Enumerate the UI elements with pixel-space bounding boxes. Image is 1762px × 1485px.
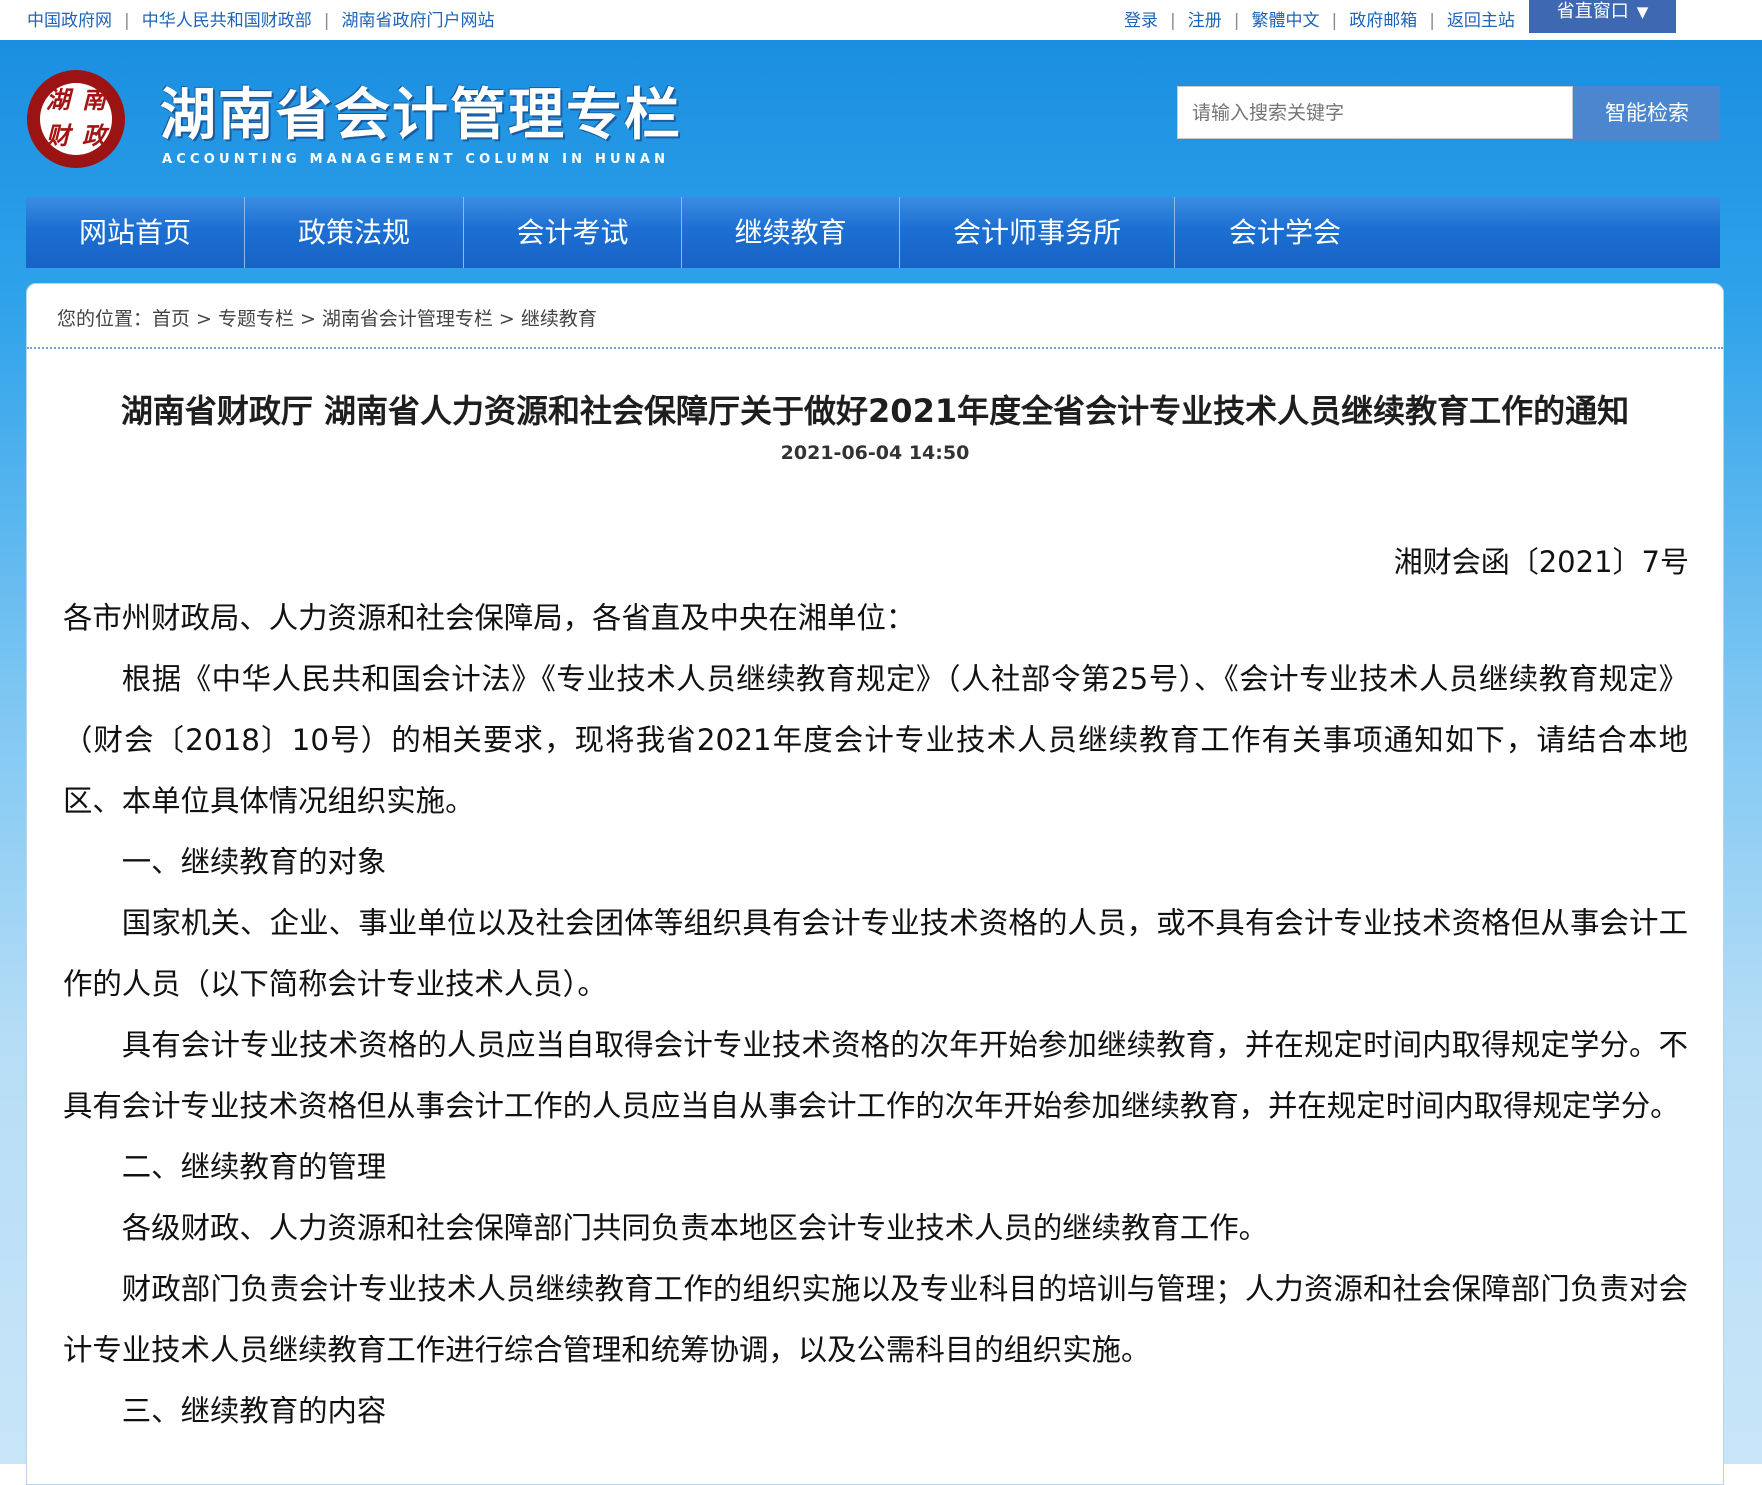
document-number: 湘财会函〔2021〕7号: [1393, 545, 1689, 579]
breadcrumb-separator: >: [299, 308, 316, 330]
site-title: 湖南省会计管理专栏: [160, 83, 682, 148]
nav-item-exam[interactable]: 会计考试: [464, 197, 682, 268]
nav-item-accounting-society[interactable]: 会计学会: [1175, 197, 1395, 268]
login-link[interactable]: 登录: [1124, 11, 1158, 31]
breadcrumb-separator: >: [498, 308, 515, 330]
breadcrumb-topics[interactable]: 专题专栏: [218, 308, 294, 330]
article-date: 2021-06-04 14:50: [780, 442, 970, 464]
divider: |: [1233, 11, 1240, 31]
section-heading: 二、继续教育的管理: [121, 1150, 387, 1184]
breadcrumb-home[interactable]: 首页: [152, 308, 190, 330]
seal-char: 政: [82, 121, 106, 150]
search-input[interactable]: [1177, 86, 1573, 139]
seal-char: 南: [82, 85, 106, 114]
body-paragraph: 各级财政、人力资源和社会保障部门共同负责本地区会计专业技术人员的继续教育工作。: [121, 1211, 1269, 1245]
breadcrumb-divider: [27, 347, 1723, 349]
breadcrumb-prefix: 您的位置：: [57, 308, 153, 330]
link-hunan-portal[interactable]: 湖南省政府门户网站: [341, 11, 494, 31]
breadcrumb-column[interactable]: 湖南省会计管理专栏: [322, 308, 493, 330]
section-heading: 三、继续教育的内容: [121, 1394, 387, 1428]
section-heading: 一、继续教育的对象: [121, 845, 387, 879]
smart-search-button[interactable]: 智能检索: [1574, 86, 1720, 141]
body-paragraph: 根据《中华人民共和国会计法》《专业技术人员继续教育规定》（人社部令第25号）、《…: [63, 662, 1688, 818]
breadcrumb-separator: >: [196, 308, 212, 330]
register-link[interactable]: 注册: [1188, 11, 1222, 31]
body-paragraph: 财政部门负责会计专业技术人员继续教育工作的组织实施以及专业科目的培训与管理；人力…: [63, 1272, 1688, 1367]
seal-char: 财: [46, 121, 70, 150]
top-links-right: 登录 | 注册 | 繁體中文 | 政府邮箱 | 返回主站: [1124, 6, 1515, 31]
article-title: 湖南省财政厅 湖南省人力资源和社会保障厅关于做好2021年度全省会计专业技术人员…: [120, 392, 1630, 430]
breadcrumb-current[interactable]: 继续教育: [521, 308, 597, 330]
divider: |: [1331, 11, 1338, 31]
seal-text: 湖 南 财 政: [40, 83, 112, 155]
link-mof[interactable]: 中华人民共和国财政部: [142, 11, 312, 31]
divider: |: [323, 11, 330, 31]
body-paragraph: 国家机关、企业、事业单位以及社会团体等组织具有会计专业技术资格的人员，或不具有会…: [63, 906, 1688, 1001]
divider: |: [1170, 11, 1176, 31]
divider: |: [1429, 11, 1435, 31]
seal-char: 湖: [46, 85, 70, 114]
nav-item-continuing-education[interactable]: 继续教育: [682, 197, 900, 268]
caret-down-icon: ▼: [1636, 3, 1649, 21]
site-subtitle: ACCOUNTING MANAGEMENT COLUMN IN HUNAN: [162, 152, 670, 167]
article-body: 各市州财政局、人力资源和社会保障局，各省直及中央在湘单位： 根据《中华人民共和国…: [63, 588, 1688, 1442]
nav-item-home[interactable]: 网站首页: [26, 197, 245, 268]
nav-item-policy[interactable]: 政策法规: [245, 197, 464, 268]
salutation: 各市州财政局、人力资源和社会保障局，各省直及中央在湘单位：: [63, 601, 916, 635]
nav-item-cpa-firms[interactable]: 会计师事务所: [900, 197, 1175, 268]
content-card: 您的位置：首页 > 专题专栏 > 湖南省会计管理专栏 > 继续教育 湖南省财政厅 湖南省人力…: [26, 283, 1724, 1485]
breadcrumb: 您的位置：首页 > 专题专栏 > 湖南省会计管理专栏 > 继续教育: [57, 304, 597, 331]
link-gov-cn[interactable]: 中国政府网: [27, 11, 112, 31]
gov-mail-link[interactable]: 政府邮箱: [1349, 11, 1417, 31]
main-nav: 网站首页 政策法规 会计考试 继续教育 会计师事务所 会计学会: [26, 197, 1720, 268]
traditional-chinese-link[interactable]: 繁體中文: [1251, 11, 1319, 31]
province-window-label: 省直窗口: [1556, 1, 1629, 22]
province-window-button[interactable]: 省直窗口 ▼: [1529, 0, 1676, 33]
body-paragraph: 具有会计专业技术资格的人员应当自取得会计专业技术资格的次年开始参加继续教育，并在…: [63, 1028, 1688, 1123]
finance-seal-logo[interactable]: 湖 南 财 政: [27, 70, 125, 168]
return-main-link[interactable]: 返回主站: [1447, 11, 1515, 31]
top-links-left: 中国政府网 | 中华人民共和国财政部 | 湖南省政府门户网站: [27, 6, 494, 31]
top-bar: 中国政府网 | 中华人民共和国财政部 | 湖南省政府门户网站 登录 | 注册 | 繁體中文 | 政府…: [0, 0, 1762, 40]
divider: |: [124, 11, 130, 31]
